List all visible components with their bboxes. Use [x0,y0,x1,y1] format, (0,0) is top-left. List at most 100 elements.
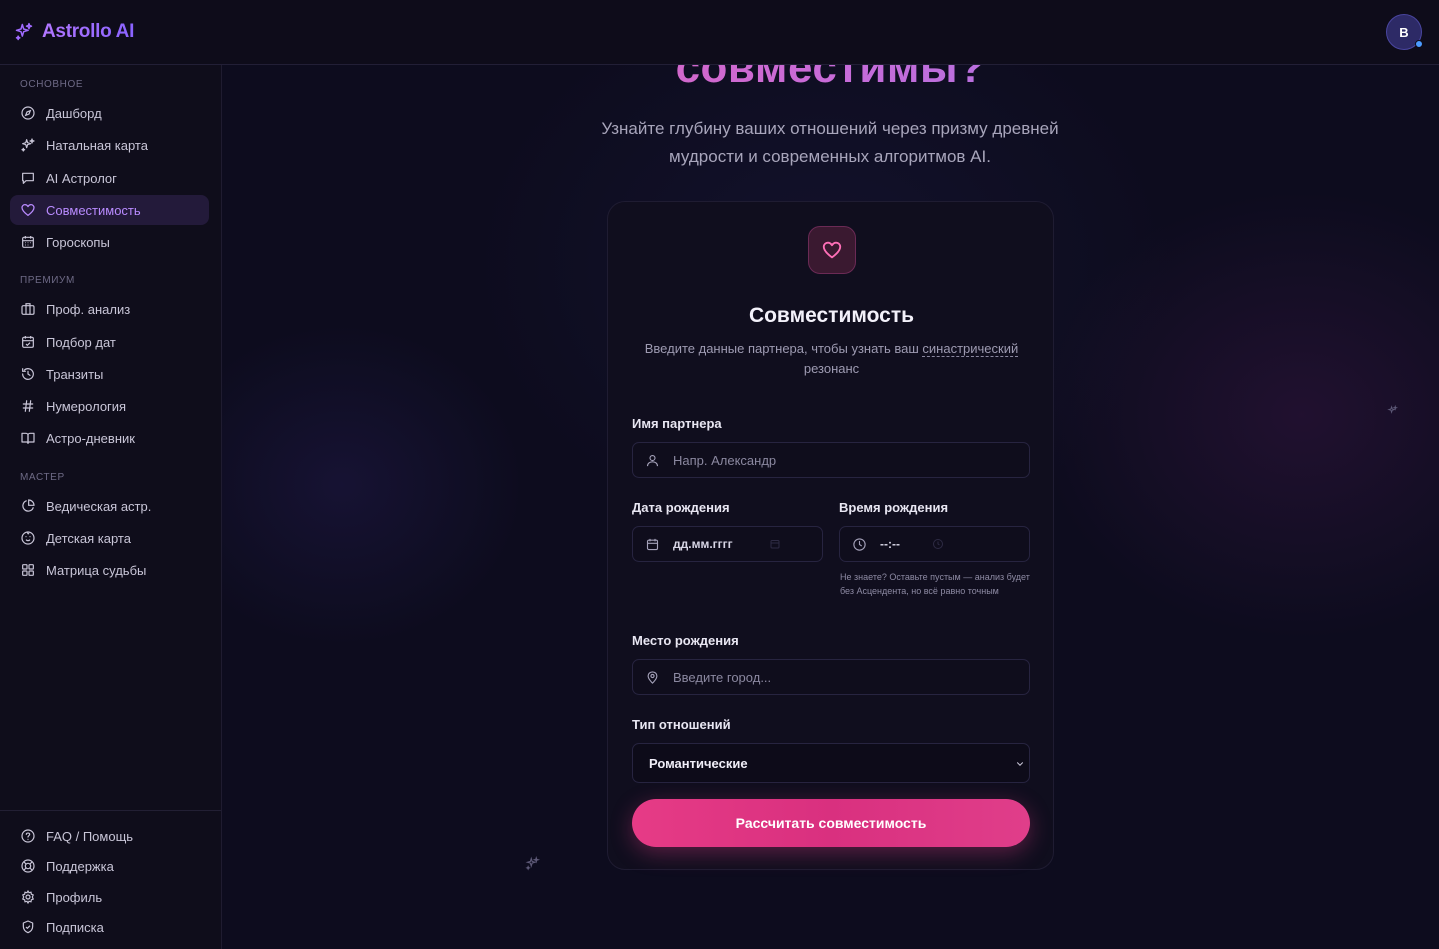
section-title-master: МАСТЕР [20,472,65,483]
shield-icon [22,920,34,934]
main-content: совместимы? Узнайте глубину ваших отноше… [222,65,1439,949]
pie-chart-icon [22,499,35,512]
online-status-dot [1415,40,1423,48]
calculate-compatibility-button[interactable]: Рассчитать совместимость [632,799,1030,847]
section-title-premium: ПРЕМИУМ [20,275,75,286]
birth-place-placeholder: Введите город... [673,669,772,685]
relation-type-label: Тип отношений [632,717,731,732]
hero-subtitle: Узнайте глубину ваших отношений через пр… [601,119,1059,166]
calendar-check-icon [22,336,34,348]
relation-type-value: Романтические [649,755,748,771]
sparkle-decoration-icon [525,856,540,871]
briefcase-icon [21,303,35,315]
app-name: Astrollo AI [42,21,135,42]
birth-date-input[interactable]: дд.мм.гггг [632,526,823,562]
sparkles-icon [21,138,35,152]
sidebar-item-support[interactable]: Поддержка [10,851,209,881]
sidebar-item-label: Матрица судьбы [46,562,147,578]
birth-time-input[interactable]: --:-- [839,526,1030,562]
partner-name-placeholder: Напр. Александр [673,452,777,468]
sidebar-item-label: Подписка [46,919,104,935]
partner-name-label: Имя партнера [632,416,722,431]
sidebar-item-compatibility[interactable]: Совместимость [10,195,209,225]
sidebar-divider [0,810,221,811]
sidebar-item-label: Ведическая астр. [46,498,152,514]
logo[interactable]: Astrollo AI [14,21,134,43]
birth-time-label: Время рождения [839,500,949,515]
sidebar-item-child-chart[interactable]: Детская карта [10,523,209,553]
sidebar-item-label: Подбор дат [46,334,116,350]
birth-place-label: Место рождения [632,633,739,648]
relation-type-select[interactable]: Романтические [632,743,1030,783]
avatar-initial: B [1399,24,1409,40]
birth-date-label: Дата рождения [632,500,730,515]
sidebar-item-label: Поддержка [46,858,114,874]
clock-icon [853,537,866,551]
avatar[interactable]: B [1386,14,1423,50]
sidebar-item-transits[interactable]: Транзиты [10,359,209,389]
sidebar-item-numerology[interactable]: Нумерология [10,391,209,421]
sidebar-item-dashboard[interactable]: Дашборд [10,98,209,128]
settings-icon [22,889,34,905]
form-title: Совместимость [748,304,915,327]
sidebar-item-ai-astrologer[interactable]: AI Астролог [10,163,209,193]
sidebar-item-natal-chart[interactable]: Натальная карта [10,130,209,160]
sidebar-item-label: Совместимость [46,202,141,218]
calendar-icon [646,538,659,550]
sidebar-item-label: FAQ / Помощь [46,828,134,844]
compatibility-form-card: Совместимость Введите данные партнера, ч… [607,201,1054,870]
top-bar: Astrollo AI B [0,0,1439,65]
heart-icon [822,241,842,259]
book-icon [21,432,35,444]
birth-time-hint: Не знаете? Оставьте пустым — анализ буде… [840,572,1030,596]
sidebar-item-astro-diary[interactable]: Астро-дневник [10,423,209,453]
map-pin-icon [647,670,658,684]
user-icon [646,454,659,466]
birth-date-value: дд.мм.гггг [673,537,733,551]
sparkles-icon [15,22,33,41]
help-circle-icon [21,829,35,843]
life-buoy-icon [21,859,35,873]
form-subtitle-text-end: резонанс [803,361,860,376]
sidebar-item-label: Профиль [46,889,103,905]
sidebar-item-label: Астро-дневник [46,430,135,446]
grid-icon [22,564,34,576]
form-subtitle-text: Введите данные партнера, чтобы узнать ва… [644,341,923,356]
sidebar-item-label: AI Астролог [46,170,117,186]
sidebar-item-subscription[interactable]: Подписка [10,912,209,942]
calendar-icon [22,236,34,248]
chat-icon [22,172,34,184]
sidebar-item-label: Детская карта [46,530,131,546]
partner-name-input[interactable]: Напр. Александр [632,442,1030,478]
date-picker-icon[interactable] [769,538,781,550]
sparkle-decoration-icon [1387,405,1398,414]
sidebar-item-label: Проф. анализ [46,301,131,317]
sidebar-item-faq[interactable]: FAQ / Помощь [10,821,209,851]
baby-icon [21,531,35,545]
sidebar-item-label: Дашборд [46,105,102,121]
sidebar-item-pro-analysis[interactable]: Проф. анализ [10,294,209,324]
sidebar-item-date-selection[interactable]: Подбор дат [10,327,209,357]
card-heart-badge [808,226,856,274]
sidebar-item-label: Транзиты [46,366,104,382]
section-title-main: ОСНОВНОЕ [20,79,84,90]
synastry-term[interactable]: синастрический [922,341,1019,357]
sidebar-item-label: Нумерология [46,398,127,414]
sidebar-item-horoscopes[interactable]: Гороскопы [10,227,209,257]
sidebar-item-vedic[interactable]: Ведическая астр. [10,491,209,521]
sidebar-item-profile[interactable]: Профиль [10,882,209,912]
sidebar-item-label: Гороскопы [46,234,110,250]
compass-icon [21,106,35,120]
sidebar-item-destiny-matrix[interactable]: Матрица судьбы [10,555,209,585]
time-picker-icon[interactable] [932,538,944,550]
history-icon [22,368,34,380]
sidebar: ОСНОВНОЕ Дашборд Натальная карта AI Астр… [0,65,222,949]
hero-title: совместимы? [222,65,1439,93]
form-subtitle: Введите данные партнера, чтобы узнать ва… [628,339,1035,379]
hash-icon [22,400,34,412]
chevron-down-icon [1016,762,1024,766]
heart-icon [21,204,35,216]
birth-time-value: --:-- [880,537,900,551]
birth-place-input[interactable]: Введите город... [632,659,1030,695]
sidebar-item-label: Натальная карта [46,137,148,153]
